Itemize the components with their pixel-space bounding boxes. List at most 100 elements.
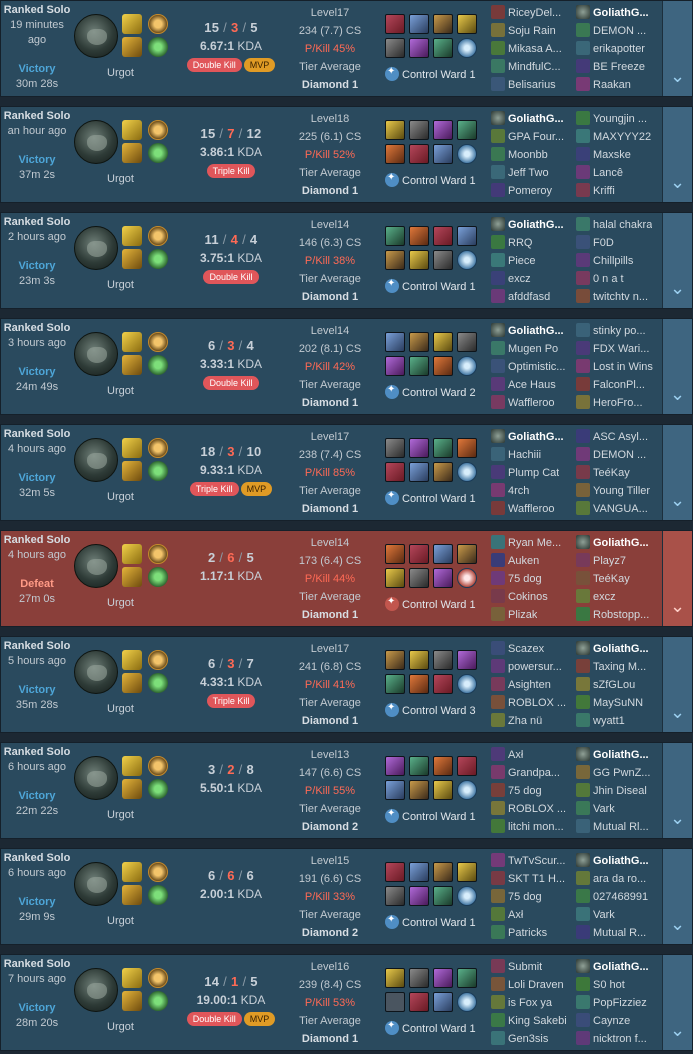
- summoner-name[interactable]: nicktron f...: [593, 1030, 647, 1048]
- summoner-name[interactable]: Plizak: [508, 606, 537, 624]
- participant[interactable]: TeéKay: [576, 570, 662, 588]
- summoner-name[interactable]: ara da ro...: [593, 870, 646, 888]
- summoner-name[interactable]: ROBLOX ...: [508, 694, 566, 712]
- participant[interactable]: FDX Wari...: [576, 340, 662, 358]
- summoner-name[interactable]: Vark: [593, 800, 615, 818]
- participant[interactable]: Submit: [491, 958, 577, 976]
- summoner-name[interactable]: Moonbb: [508, 146, 548, 164]
- summoner-name[interactable]: VANGUA...: [593, 500, 648, 518]
- participant[interactable]: GoliathG...: [576, 640, 662, 658]
- participant[interactable]: stinky po...: [576, 322, 662, 340]
- participant[interactable]: MAXYYY22: [576, 128, 662, 146]
- item-icon[interactable]: [385, 780, 405, 800]
- item-icon[interactable]: [457, 438, 477, 458]
- item-icon[interactable]: [457, 544, 477, 564]
- item-icon[interactable]: [409, 650, 429, 670]
- participant[interactable]: F0D: [576, 234, 662, 252]
- participant[interactable]: HeroFro...: [576, 394, 662, 412]
- match-row[interactable]: Ranked Solo 7 hours ago Victory 28m 20s Urgo…: [0, 954, 693, 1051]
- summoner-name[interactable]: 4rch: [508, 482, 529, 500]
- participant[interactable]: Soju Rain: [491, 22, 577, 40]
- summoner-name[interactable]: Ryan Me...: [508, 534, 561, 552]
- item-icon[interactable]: [433, 14, 453, 34]
- participant[interactable]: Scazex: [491, 640, 577, 658]
- participant[interactable]: is Fox ya: [491, 994, 577, 1012]
- participant[interactable]: Hachiii: [491, 446, 577, 464]
- summoner-name[interactable]: Soju Rain: [508, 22, 556, 40]
- summoner-name[interactable]: Pomeroy: [508, 182, 552, 200]
- participant[interactable]: 0 n a t: [576, 270, 662, 288]
- participant[interactable]: twitchtv n...: [576, 288, 662, 306]
- summoner-name[interactable]: S0 hot: [593, 976, 625, 994]
- expand-match-button[interactable]: ⌄: [662, 743, 692, 838]
- participant[interactable]: Young Tiller: [576, 482, 662, 500]
- expand-match-button[interactable]: ⌄: [662, 425, 692, 520]
- summoner-name[interactable]: PopFizziez: [593, 994, 647, 1012]
- summoner-name[interactable]: Loli Draven: [508, 976, 564, 994]
- item-icon[interactable]: [457, 14, 477, 34]
- item-icon[interactable]: [457, 332, 477, 352]
- summoner-name[interactable]: wyatt1: [593, 712, 625, 730]
- participant[interactable]: Lancê: [576, 164, 662, 182]
- item-icon[interactable]: [409, 780, 429, 800]
- participant[interactable]: 75 dog: [491, 888, 577, 906]
- item-icon[interactable]: [433, 356, 453, 376]
- participant[interactable]: GG PwnZ...: [576, 764, 662, 782]
- item-icon[interactable]: [409, 674, 429, 694]
- summoner-name[interactable]: RiceyDel...: [508, 4, 561, 22]
- match-row[interactable]: Ranked Solo 3 hours ago Victory 24m 49s Urgo…: [0, 318, 693, 415]
- match-row[interactable]: Ranked Solo 19 minutes ago Victory 30m 28s U…: [0, 0, 693, 97]
- item-icon[interactable]: [457, 226, 477, 246]
- item-icon[interactable]: [385, 544, 405, 564]
- item-icon[interactable]: [409, 356, 429, 376]
- summoner-name[interactable]: Axł: [508, 746, 523, 764]
- summoner-name[interactable]: ASC Asyl...: [593, 428, 648, 446]
- participant[interactable]: Mutual Rl...: [576, 818, 662, 836]
- champion-portrait[interactable]: [74, 438, 118, 482]
- item-icon[interactable]: [433, 650, 453, 670]
- item-icon[interactable]: [433, 544, 453, 564]
- summoner-name[interactable]: GoliathG...: [508, 216, 564, 234]
- participant[interactable]: RiceyDel...: [491, 4, 577, 22]
- participant[interactable]: Auken: [491, 552, 577, 570]
- item-icon[interactable]: [385, 14, 405, 34]
- summoner-name[interactable]: Lost in Wins: [593, 358, 653, 376]
- summoner-name[interactable]: Raakan: [593, 76, 631, 94]
- participant[interactable]: Cokinos: [491, 588, 577, 606]
- summoner-name[interactable]: excz: [593, 588, 616, 606]
- participant[interactable]: King Sakebi: [491, 1012, 577, 1030]
- summoner-name[interactable]: Optimistic...: [508, 358, 565, 376]
- participant[interactable]: Playz7: [576, 552, 662, 570]
- champion-portrait[interactable]: [74, 332, 118, 376]
- item-icon[interactable]: [433, 226, 453, 246]
- item-icon[interactable]: [385, 332, 405, 352]
- participant[interactable]: Belisarius: [491, 76, 577, 94]
- summoner-name[interactable]: Caynze: [593, 1012, 630, 1030]
- item-icon[interactable]: [385, 438, 405, 458]
- item-icon[interactable]: [433, 756, 453, 776]
- champion-portrait[interactable]: [74, 650, 118, 694]
- participant[interactable]: ASC Asyl...: [576, 428, 662, 446]
- summoner-name[interactable]: TwTvScur...: [508, 852, 565, 870]
- summoner-name[interactable]: 75 dog: [508, 570, 542, 588]
- summoner-name[interactable]: Jeff Two: [508, 164, 549, 182]
- participant[interactable]: Piece: [491, 252, 577, 270]
- expand-match-button[interactable]: ⌄: [662, 213, 692, 308]
- participant[interactable]: halal chakra: [576, 216, 662, 234]
- item-icon[interactable]: [457, 756, 477, 776]
- item-icon[interactable]: [433, 332, 453, 352]
- item-icon[interactable]: [433, 968, 453, 988]
- item-icon[interactable]: [385, 862, 405, 882]
- summoner-name[interactable]: afddfasd: [508, 288, 550, 306]
- participant[interactable]: 4rch: [491, 482, 577, 500]
- item-icon[interactable]: [385, 650, 405, 670]
- summoner-name[interactable]: litchi mon...: [508, 818, 564, 836]
- participant[interactable]: Jhin Diseal: [576, 782, 662, 800]
- participant[interactable]: GoliathG...: [491, 322, 577, 340]
- participant[interactable]: Gen3sis: [491, 1030, 577, 1048]
- item-icon[interactable]: [433, 438, 453, 458]
- summoner-name[interactable]: MAXYYY22: [593, 128, 651, 146]
- summoner-name[interactable]: GoliathG...: [593, 958, 649, 976]
- summoner-name[interactable]: stinky po...: [593, 322, 646, 340]
- match-row[interactable]: Ranked Solo 6 hours ago Victory 29m 9s Urgot…: [0, 848, 693, 945]
